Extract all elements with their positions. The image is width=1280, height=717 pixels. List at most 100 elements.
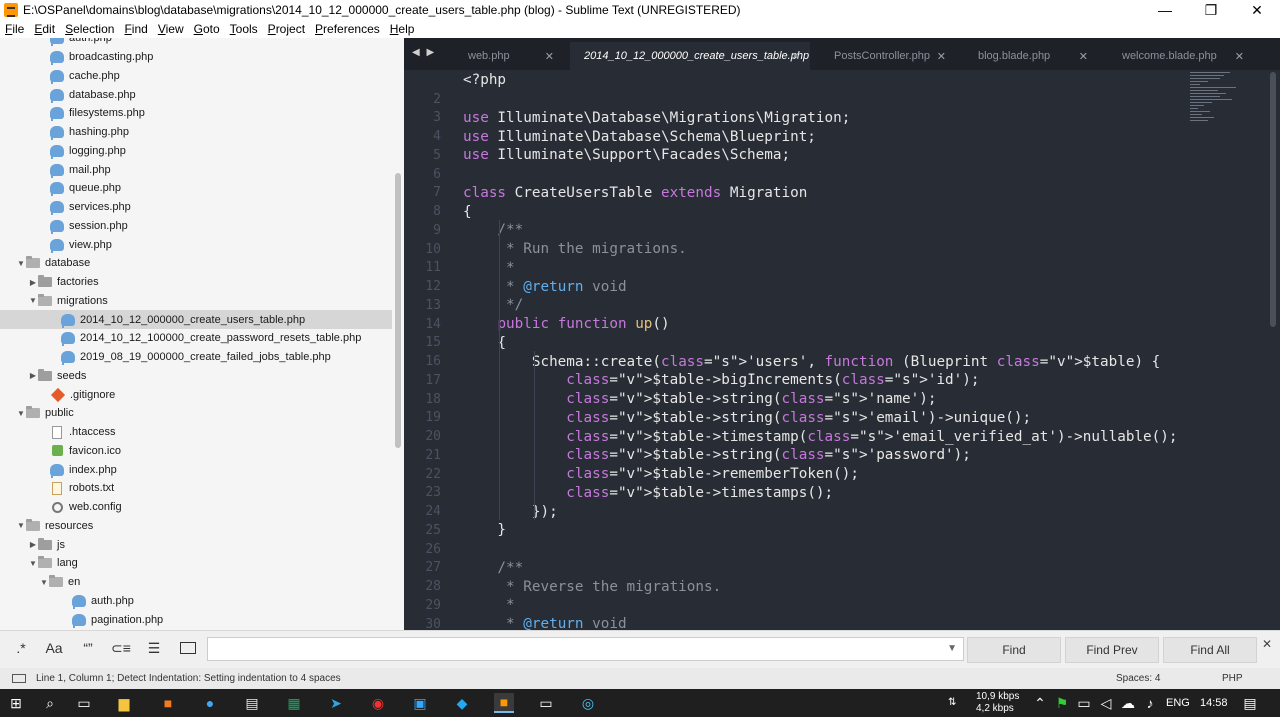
- regex-toggle[interactable]: .*: [8, 640, 34, 656]
- sidebar-item[interactable]: index.php: [0, 460, 392, 479]
- close-icon[interactable]: ✕: [1079, 50, 1088, 63]
- vscode-icon[interactable]: ◆: [452, 693, 472, 713]
- indentation-status[interactable]: Spaces: 4: [1116, 673, 1222, 684]
- chevron-down-icon[interactable]: ▼: [16, 259, 26, 268]
- tab-web-php[interactable]: web.php ✕: [454, 42, 564, 70]
- menu-tools[interactable]: Tools: [225, 22, 263, 36]
- chevron-down-icon[interactable]: ▼: [16, 409, 26, 418]
- close-icon[interactable]: ✕: [937, 50, 946, 63]
- close-icon[interactable]: ✕: [1262, 637, 1272, 651]
- sidebar-item[interactable]: view.php: [0, 235, 392, 254]
- sidebar-item[interactable]: .gitignore: [0, 385, 392, 404]
- sidebar-item[interactable]: mail.php: [0, 160, 392, 179]
- menu-file[interactable]: File: [0, 22, 29, 36]
- minimize-button[interactable]: —: [1142, 0, 1188, 20]
- sidebar-item[interactable]: auth.php: [0, 592, 392, 611]
- firefox-icon[interactable]: ●: [200, 693, 220, 713]
- notepad-icon[interactable]: ▤: [242, 693, 262, 713]
- sidebar-item[interactable]: .htaccess: [0, 423, 392, 442]
- keyboard-language[interactable]: ENG: [1166, 689, 1190, 717]
- sidebar-item[interactable]: broadcasting.php: [0, 48, 392, 67]
- sidebar-item[interactable]: hashing.php: [0, 123, 392, 142]
- sidebar-item[interactable]: logging.php: [0, 142, 392, 161]
- chevron-down-icon[interactable]: ▼: [28, 296, 38, 305]
- close-icon[interactable]: ✕: [1235, 50, 1244, 63]
- windows-start-icon[interactable]: ⊞: [6, 693, 26, 713]
- sidebar-item[interactable]: ▼ lang: [0, 554, 392, 573]
- chevron-right-icon[interactable]: ▶: [28, 278, 38, 287]
- syntax-status[interactable]: PHP: [1222, 673, 1280, 684]
- panel-toggle-icon[interactable]: [12, 674, 26, 683]
- sidebar-item[interactable]: session.php: [0, 217, 392, 236]
- chevron-down-icon[interactable]: ▼: [39, 578, 49, 587]
- file-explorer-icon[interactable]: ▆: [114, 693, 134, 713]
- menu-selection[interactable]: Selection: [60, 22, 119, 36]
- sidebar-item[interactable]: cache.php: [0, 67, 392, 86]
- chevron-down-icon[interactable]: ▼: [16, 521, 26, 530]
- sidebar-item[interactable]: pagination.php: [0, 610, 392, 629]
- battery-icon[interactable]: ▭: [1074, 693, 1094, 713]
- notifications-icon[interactable]: ▤: [1240, 693, 1260, 713]
- chevron-right-icon[interactable]: ▶: [28, 371, 38, 380]
- find-prev-button[interactable]: Find Prev: [1065, 637, 1159, 663]
- sound-icon[interactable]: ◁: [1096, 693, 1116, 713]
- tab-create-users-table[interactable]: 2014_10_12_000000_create_users_table.php…: [570, 42, 810, 70]
- cloud-icon[interactable]: ☁: [1118, 693, 1138, 713]
- sidebar-item[interactable]: ▶ factories: [0, 273, 392, 292]
- sidebar-item[interactable]: 2014_10_12_000000_create_users_table.php: [0, 310, 392, 329]
- tab-nav-arrows-icon[interactable]: ◀ ▶: [412, 47, 436, 58]
- code-area[interactable]: <?php 2 3 use Illuminate\Database\Migration…: [404, 70, 1280, 630]
- minimap[interactable]: [1190, 72, 1250, 142]
- sidebar-item[interactable]: ▶ seeds: [0, 367, 392, 386]
- close-icon[interactable]: ✕: [545, 50, 554, 63]
- tab-blog-blade[interactable]: blog.blade.php ✕: [964, 42, 1098, 70]
- record-icon[interactable]: ◉: [368, 693, 388, 713]
- sidebar-item[interactable]: ▼ migrations: [0, 292, 392, 311]
- sidebar-item[interactable]: ▼ en: [0, 573, 392, 592]
- tab-posts-controller[interactable]: PostsController.php ✕: [820, 42, 956, 70]
- sidebar-item[interactable]: ▼ database: [0, 254, 392, 273]
- sidebar-scrollbar[interactable]: [395, 173, 401, 448]
- sidebar-item[interactable]: ▶ js: [0, 535, 392, 554]
- chevron-up-icon[interactable]: ⌃: [1030, 693, 1050, 713]
- chevron-right-icon[interactable]: ▶: [28, 540, 38, 549]
- sidebar-item[interactable]: ▼ resources: [0, 517, 392, 536]
- find-input[interactable]: ▼: [207, 637, 964, 661]
- editor-scrollbar[interactable]: [1270, 72, 1276, 327]
- sidebar-item[interactable]: ▼ public: [0, 404, 392, 423]
- in-selection-toggle[interactable]: ☰: [141, 640, 167, 657]
- menu-find[interactable]: Find: [119, 22, 152, 36]
- clock[interactable]: 14:58: [1200, 689, 1228, 717]
- highlight-matches-toggle[interactable]: [180, 642, 196, 654]
- sidebar-item[interactable]: favicon.ico: [0, 442, 392, 461]
- sidebar-item[interactable]: database.php: [0, 85, 392, 104]
- search-icon[interactable]: ⌕: [40, 693, 60, 713]
- sidebar-item[interactable]: web.config: [0, 498, 392, 517]
- whole-word-toggle[interactable]: “”: [75, 640, 101, 656]
- case-sensitive-toggle[interactable]: Aa: [41, 640, 67, 656]
- menu-help[interactable]: Help: [385, 22, 420, 36]
- tab-welcome-blade[interactable]: welcome.blade.php ✕: [1108, 42, 1254, 70]
- menu-edit[interactable]: Edit: [29, 22, 60, 36]
- menu-goto[interactable]: Goto: [189, 22, 225, 36]
- volume-icon[interactable]: ♪: [1140, 693, 1160, 713]
- sidebar-item[interactable]: filesystems.php: [0, 104, 392, 123]
- chevron-down-icon[interactable]: ▼: [947, 643, 957, 654]
- sublime-text-icon[interactable]: ■: [494, 693, 514, 713]
- chevron-down-icon[interactable]: ▼: [28, 559, 38, 568]
- sidebar-item[interactable]: robots.txt: [0, 479, 392, 498]
- maximize-button[interactable]: ❐: [1188, 0, 1234, 20]
- close-icon[interactable]: ✕: [791, 50, 800, 63]
- find-all-button[interactable]: Find All: [1163, 637, 1257, 663]
- telegram-icon[interactable]: ➤: [326, 693, 346, 713]
- menu-preferences[interactable]: Preferences: [310, 22, 385, 36]
- sidebar-item[interactable]: services.php: [0, 198, 392, 217]
- photoshop-icon[interactable]: ▣: [410, 693, 430, 713]
- excel-icon[interactable]: ▦: [284, 693, 304, 713]
- menu-view[interactable]: View: [153, 22, 189, 36]
- terminal-icon[interactable]: ▭: [536, 693, 556, 713]
- find-button[interactable]: Find: [967, 637, 1061, 663]
- task-view-icon[interactable]: ▭: [74, 693, 94, 713]
- wrap-toggle[interactable]: ⊂≡: [108, 640, 134, 657]
- sidebar-item[interactable]: 2014_10_12_100000_create_password_resets…: [0, 329, 392, 348]
